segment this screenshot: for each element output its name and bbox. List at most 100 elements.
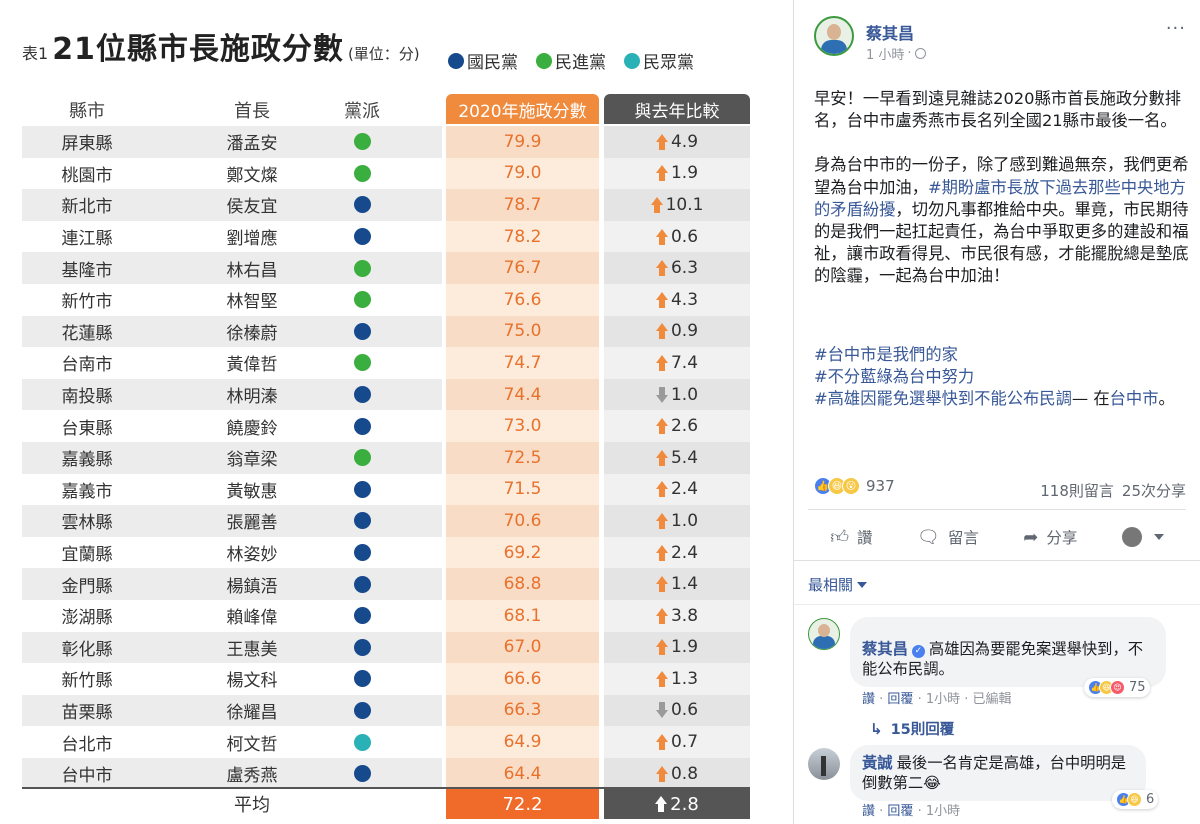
comment-sort-dropdown[interactable]: 最相關 <box>808 574 868 595</box>
county-cell: 連江縣 <box>61 229 113 250</box>
party-dot-icon <box>353 544 371 562</box>
county-cell: 新北市 <box>61 197 113 218</box>
commenter-avatar[interactable] <box>808 618 840 650</box>
diff-value: 0.6 <box>670 700 699 721</box>
party-cell <box>312 158 412 190</box>
party-dot-icon <box>353 354 371 372</box>
comment-time[interactable]: 1小時 <box>926 692 960 707</box>
comment-reply-link[interactable]: 回覆 <box>887 692 913 707</box>
commenter-name[interactable]: 黃誠 <box>862 754 893 772</box>
score-cell: 78.2 <box>446 220 599 253</box>
party-dot-icon <box>353 480 371 498</box>
globe-icon[interactable] <box>914 48 926 59</box>
diff-value: 0.6 <box>670 226 699 247</box>
diff-value: 4.3 <box>670 289 699 310</box>
haha-reaction-icon: 😆 <box>1127 792 1142 807</box>
legend-label: 民眾黨 <box>643 53 694 73</box>
tpp-dot-icon <box>624 52 640 69</box>
comment-like-link[interactable]: 讚 <box>862 692 875 707</box>
share-label: 分享 <box>1046 529 1078 547</box>
mayor-cell: 盧秀燕 <box>226 766 278 787</box>
location-link[interactable]: 台中市 <box>1110 389 1159 408</box>
comment-time[interactable]: 1小時 <box>926 804 960 819</box>
like-button[interactable]: 👍︎ 讚 <box>830 526 872 548</box>
score-cell: 69.2 <box>446 536 599 569</box>
comment-like-link[interactable]: 讚 <box>862 804 875 819</box>
comment-reply-link[interactable]: 回覆 <box>887 804 913 819</box>
party-cell <box>312 252 412 284</box>
score-table-image: 表1 21位縣市長施政分數 (單位：分) 國民黨 民進黨 民眾黨 縣市 首長 黨… <box>0 0 790 824</box>
like-label: 讚 <box>857 529 873 547</box>
diff-cell: 10.1 <box>604 189 750 221</box>
up-arrow-icon <box>655 291 668 308</box>
reaction-count: 937 <box>866 477 895 495</box>
average-label: 平均 <box>234 795 270 816</box>
up-arrow-icon <box>655 481 668 498</box>
party-cell <box>312 284 412 316</box>
up-arrow-icon <box>655 670 668 687</box>
mayor-cell: 劉增應 <box>226 229 278 250</box>
diff-value: 7.4 <box>670 352 699 373</box>
separator: · <box>875 804 888 819</box>
view-replies-link[interactable]: ↳ 15則回覆 <box>870 718 954 739</box>
score-cell: 79.9 <box>446 126 599 158</box>
up-arrow-icon <box>655 734 668 751</box>
post-stats: 118則留言 25次分享 <box>1040 480 1186 501</box>
comment-button[interactable]: 🗨︎ 留言 <box>917 526 979 548</box>
party-cell <box>312 189 412 221</box>
table-row: 連江縣 劉增應 78.2 0.6 <box>22 220 750 253</box>
hashtag-link[interactable]: #台中市是我們的家 <box>814 344 1189 366</box>
mayor-cell: 楊鎮浯 <box>226 576 278 597</box>
comments-count[interactable]: 118則留言 <box>1040 480 1114 501</box>
hashtag-link[interactable]: #高雄因罷免選舉快到不能公布民調 <box>814 389 1072 408</box>
react-as-selector[interactable] <box>1121 527 1164 547</box>
diff-cell: 2.4 <box>604 473 750 506</box>
diff-cell: 0.8 <box>604 757 750 790</box>
diff-cell: 7.4 <box>604 347 750 379</box>
diff-value: 3.8 <box>670 605 699 626</box>
party-dot-icon <box>353 670 371 688</box>
separator: · <box>913 804 926 819</box>
table-row: 南投縣 林明溱 74.4 1.0 <box>22 378 750 411</box>
comment-reactions[interactable]: 👍 😆 😍 75 <box>1084 678 1150 697</box>
diff-value: 1.9 <box>670 163 699 184</box>
county-cell: 雲林縣 <box>61 513 113 534</box>
header-county: 縣市 <box>69 101 105 122</box>
more-options-icon[interactable]: ··· <box>1166 18 1186 39</box>
divider <box>794 604 1200 605</box>
party-cell <box>312 474 412 506</box>
diff-value: 5.4 <box>670 447 699 468</box>
mayor-cell: 徐榛蔚 <box>226 323 278 344</box>
comment-reactions[interactable]: 👍 😆 6 <box>1112 790 1159 809</box>
party-dot-icon <box>353 196 371 214</box>
up-arrow-icon <box>650 196 663 213</box>
score-cell: 74.4 <box>446 378 599 411</box>
up-arrow-icon <box>655 512 668 529</box>
party-cell <box>312 379 412 411</box>
score-cell: 68.8 <box>446 568 599 600</box>
party-cell <box>312 600 412 632</box>
share-button[interactable]: ➦ 分享 <box>1023 526 1077 548</box>
post-paragraph-2: 身為台中市的一份子，除了感到難過無奈，我們更希望為台中加油，#期盼盧市長放下過去… <box>814 154 1189 287</box>
county-cell: 桃園市 <box>61 165 113 186</box>
author-name[interactable]: 蔡其昌 <box>866 20 914 44</box>
post-meta: 1 小時 · <box>866 44 926 63</box>
diff-value: 0.9 <box>670 321 699 342</box>
author-avatar[interactable] <box>814 16 854 56</box>
county-cell: 花蓮縣 <box>61 323 113 344</box>
commenter-avatar[interactable] <box>808 748 840 780</box>
table-row: 桃園市 鄭文燦 79.0 1.9 <box>22 157 750 190</box>
up-arrow-icon <box>655 639 668 656</box>
up-arrow-icon <box>655 576 668 593</box>
shares-count[interactable]: 25次分享 <box>1122 480 1186 501</box>
county-cell: 嘉義市 <box>61 481 113 502</box>
commenter-name[interactable]: 蔡其昌 <box>862 640 908 658</box>
kmt-dot-icon <box>448 52 464 69</box>
divider <box>794 560 1200 561</box>
reactions-summary[interactable]: 👍 😆 😮 937 <box>814 477 895 495</box>
post-time[interactable]: 1 小時 <box>866 44 904 63</box>
county-cell: 新竹縣 <box>61 671 113 692</box>
comment-edited[interactable]: 已編輯 <box>973 692 1012 707</box>
separator: · <box>960 692 973 707</box>
hashtag-link[interactable]: #不分藍綠為台中努力 <box>814 366 1189 388</box>
